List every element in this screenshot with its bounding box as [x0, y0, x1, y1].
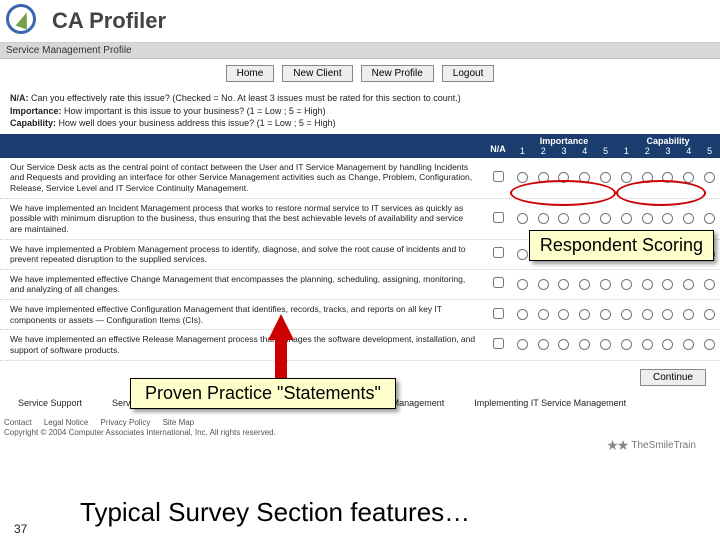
na-checkbox[interactable]	[493, 247, 504, 258]
link-privacy[interactable]: Privacy Policy	[101, 418, 151, 427]
capability-radio[interactable]	[683, 279, 694, 290]
importance-radio[interactable]	[600, 213, 611, 224]
red-arrow-icon	[268, 314, 294, 378]
na-checkbox[interactable]	[493, 277, 504, 288]
link-contact[interactable]: Contact	[4, 418, 32, 427]
importance-radio[interactable]	[600, 309, 611, 320]
link-sitemap[interactable]: Site Map	[163, 418, 195, 427]
na-text: Can you effectively rate this issue? (Ch…	[29, 93, 461, 103]
instructions-block: N/A: Can you effectively rate this issue…	[0, 88, 720, 134]
capability-radio[interactable]	[621, 213, 632, 224]
app-header: CA Profiler	[0, 0, 720, 43]
importance-radio[interactable]	[579, 279, 590, 290]
capability-radio[interactable]	[642, 279, 653, 290]
capability-radio[interactable]	[683, 213, 694, 224]
importance-radio[interactable]	[517, 213, 528, 224]
continue-button[interactable]: Continue	[640, 369, 706, 386]
importance-radio[interactable]	[538, 339, 549, 350]
importance-radio[interactable]	[517, 172, 528, 183]
question-row: We have implemented an effective Release…	[0, 330, 720, 360]
new-profile-button[interactable]: New Profile	[361, 65, 434, 82]
slide-title: Typical Survey Section features…	[80, 497, 470, 528]
importance-radio[interactable]	[600, 279, 611, 290]
app-title: CA Profiler	[52, 8, 166, 34]
na-checkbox[interactable]	[493, 212, 504, 223]
question-text: We have implemented an effective Release…	[0, 330, 484, 359]
importance-text: How important is this issue to your busi…	[62, 106, 326, 116]
na-checkbox[interactable]	[493, 171, 504, 182]
new-client-button[interactable]: New Client	[282, 65, 352, 82]
capability-radio[interactable]	[704, 172, 715, 183]
importance-col-header: Importance	[512, 136, 616, 146]
link-legal-notice[interactable]: Legal Notice	[44, 418, 88, 427]
capability-radio[interactable]	[704, 279, 715, 290]
capability-radio[interactable]	[662, 339, 673, 350]
tab-implementing[interactable]: Implementing IT Service Management	[474, 398, 626, 408]
importance-radio[interactable]	[558, 279, 569, 290]
importance-radio[interactable]	[600, 339, 611, 350]
capability-radio[interactable]	[621, 309, 632, 320]
logout-button[interactable]: Logout	[442, 65, 495, 82]
question-text: We have implemented an Incident Manageme…	[0, 199, 484, 239]
importance-radio[interactable]	[558, 213, 569, 224]
na-checkbox[interactable]	[493, 338, 504, 349]
question-row: We have implemented effective Change Man…	[0, 270, 720, 300]
importance-radio[interactable]	[558, 309, 569, 320]
importance-radio[interactable]	[579, 213, 590, 224]
importance-radio[interactable]	[538, 213, 549, 224]
capability-radio[interactable]	[642, 213, 653, 224]
capability-label: Capability:	[10, 118, 56, 128]
na-label: N/A:	[10, 93, 29, 103]
na-checkbox[interactable]	[493, 308, 504, 319]
capability-radio[interactable]	[704, 213, 715, 224]
tab-service-support[interactable]: Service Support	[18, 398, 82, 408]
ngmcc-icon: ★★	[606, 437, 627, 454]
charity-text: TheSmileTrain	[631, 440, 696, 451]
capability-radio[interactable]	[642, 309, 653, 320]
importance-radio[interactable]	[558, 339, 569, 350]
capability-radio[interactable]	[704, 339, 715, 350]
highlight-ring-importance	[510, 180, 616, 206]
ca-logo-icon	[6, 4, 46, 38]
column-header: N/A Importance 12345 Capability 12345	[0, 134, 720, 158]
callout-proven-practice: Proven Practice "Statements"	[130, 378, 396, 409]
capability-text: How well does your business address this…	[56, 118, 336, 128]
importance-radio[interactable]	[579, 339, 590, 350]
capability-radio[interactable]	[704, 309, 715, 320]
home-button[interactable]: Home	[226, 65, 275, 82]
importance-radio[interactable]	[600, 172, 611, 183]
capability-radio[interactable]	[621, 339, 632, 350]
importance-label: Importance:	[10, 106, 62, 116]
capability-radio[interactable]	[621, 172, 632, 183]
capability-radio[interactable]	[683, 339, 694, 350]
capability-radio[interactable]	[621, 279, 632, 290]
importance-radio[interactable]	[517, 249, 528, 260]
callout-respondent-scoring: Respondent Scoring	[529, 230, 714, 261]
top-nav: Home New Client New Profile Logout	[0, 59, 720, 88]
question-text: We have implemented a Problem Management…	[0, 240, 484, 269]
capability-col-header: Capability	[616, 136, 720, 146]
capability-radio[interactable]	[642, 339, 653, 350]
question-row: We have implemented effective Configurat…	[0, 300, 720, 330]
capability-radio[interactable]	[683, 309, 694, 320]
charity-badge: ★★ TheSmileTrain	[606, 437, 696, 454]
question-text: We have implemented effective Change Man…	[0, 270, 484, 299]
importance-radio[interactable]	[517, 309, 528, 320]
importance-radio[interactable]	[579, 309, 590, 320]
profile-subhead: Service Management Profile	[0, 43, 720, 59]
highlight-ring-capability	[616, 180, 706, 206]
na-col-header: N/A	[484, 136, 512, 156]
importance-radio[interactable]	[538, 279, 549, 290]
capability-radio[interactable]	[662, 309, 673, 320]
capability-radio[interactable]	[662, 213, 673, 224]
importance-radio[interactable]	[517, 279, 528, 290]
capability-radio[interactable]	[662, 279, 673, 290]
importance-radio[interactable]	[517, 339, 528, 350]
importance-radio[interactable]	[538, 309, 549, 320]
slide-number: 37	[14, 522, 27, 536]
question-text: Our Service Desk acts as the central poi…	[0, 158, 484, 198]
question-text: We have implemented effective Configurat…	[0, 300, 484, 329]
